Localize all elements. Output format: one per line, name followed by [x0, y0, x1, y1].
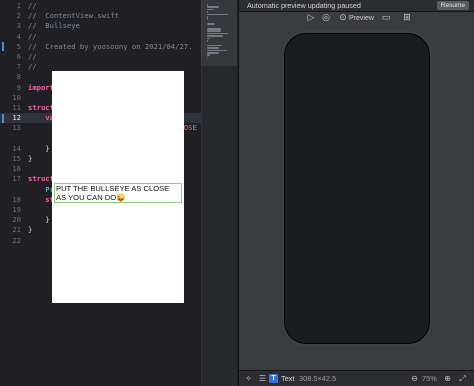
code-text: //: [28, 1, 37, 11]
code-line[interactable]: 1 //: [0, 1, 201, 11]
code-line[interactable]: 2 // ContentView.swift: [0, 11, 201, 21]
selected-element-kind: Text: [281, 374, 295, 383]
preview-status-bar: Automatic preview updating paused Resume: [239, 0, 474, 12]
code-token: }: [28, 225, 33, 235]
preview-status-message: Automatic preview updating paused: [247, 1, 361, 10]
code-line[interactable]: 5 // Created by yoosoony on 2021/04/27.: [0, 42, 201, 52]
device-frame: [282, 31, 432, 346]
zoom-out-icon[interactable]: ⊖: [409, 373, 420, 384]
preview-canvas: Automatic preview updating paused Resume…: [238, 0, 474, 386]
line-number: 10: [12, 92, 21, 102]
pin-icon[interactable]: ✧: [243, 373, 254, 384]
line-number: 6: [16, 52, 21, 61]
line-number: 12: [12, 113, 21, 123]
line-number: 20: [12, 215, 21, 225]
code-text: }: [28, 215, 50, 225]
preview-toolbar: ▷ ◎ ⊙ Preview ▭ ⊞: [239, 12, 474, 26]
code-text: //: [28, 52, 37, 62]
line-number: 3: [16, 21, 21, 31]
code-text: //: [28, 62, 37, 72]
line-number: 5: [16, 41, 21, 51]
line-number: 11: [12, 103, 21, 112]
code-token: //: [28, 62, 37, 72]
line-number: 17: [12, 174, 21, 184]
code-text: //: [28, 32, 37, 42]
code-token: // Bullseye: [28, 21, 80, 31]
line-number: 13: [12, 123, 21, 133]
code-token: }: [28, 143, 50, 153]
duplicate-icon[interactable]: ⊞: [401, 12, 413, 24]
change-marker: [2, 42, 4, 52]
preview-text-view[interactable]: PUT THE BULLSEYE AS CLOSE AS YOU CAN DO😜: [54, 183, 182, 203]
zoom-level[interactable]: 75%: [422, 374, 437, 384]
line-number: 19: [12, 205, 21, 214]
line-number: 1: [16, 1, 21, 10]
code-line[interactable]: 6 //: [0, 52, 201, 62]
line-number: 15: [12, 154, 21, 163]
text-element-icon: T: [269, 374, 278, 383]
line-number: 4: [16, 31, 21, 41]
code-token: //: [28, 1, 37, 10]
code-line[interactable]: 4 //: [0, 32, 201, 42]
device-icon[interactable]: ▭: [380, 12, 392, 24]
code-text: // Bullseye: [28, 21, 80, 31]
line-number: 9: [16, 82, 21, 92]
code-token: }: [28, 215, 50, 225]
list-icon[interactable]: ☰: [257, 373, 268, 384]
code-text: }: [28, 143, 50, 154]
line-number: 18: [12, 194, 21, 204]
selected-element-size: 308.5×42.5: [299, 374, 337, 383]
line-number: 16: [12, 164, 21, 174]
line-number: 8: [16, 72, 21, 82]
code-text: // Created by yoosoony on 2021/04/27.: [28, 42, 192, 52]
zoom-in-icon[interactable]: ⊕: [442, 373, 453, 384]
device-screen: PUT THE BULLSEYE AS CLOSE AS YOU CAN DO😜: [52, 71, 184, 303]
line-number: 7: [16, 62, 21, 72]
code-token: //: [28, 52, 37, 61]
code-token: //: [28, 31, 37, 41]
minimap-viewport[interactable]: [201, 0, 237, 66]
code-text: }: [28, 225, 32, 235]
code-line[interactable]: 3 // Bullseye: [0, 21, 201, 31]
line-number: 2: [16, 11, 21, 21]
line-number: 21: [12, 225, 21, 235]
fit-icon[interactable]: ⤢: [457, 373, 468, 384]
code-text: // ContentView.swift: [28, 11, 119, 21]
line-number: 14: [12, 143, 21, 153]
play-icon[interactable]: ▷: [305, 12, 317, 24]
code-text: }: [28, 154, 32, 164]
inspect-icon[interactable]: ◎: [320, 12, 332, 24]
code-token: // Created by yoosoony on 2021/04/27.: [28, 41, 193, 51]
preview-icon[interactable]: ⊙: [337, 12, 349, 24]
preview-footer: ✧ ☰ T Text 308.5×42.5 ⊖ 75% ⊕ ⤢: [239, 370, 474, 386]
line-number: 22: [12, 235, 21, 245]
code-token: }: [28, 154, 33, 163]
resume-button[interactable]: Resume: [436, 1, 469, 10]
preview-mode-label[interactable]: Preview: [349, 13, 374, 24]
change-marker: [2, 113, 4, 123]
code-token: // ContentView.swift: [28, 11, 119, 21]
